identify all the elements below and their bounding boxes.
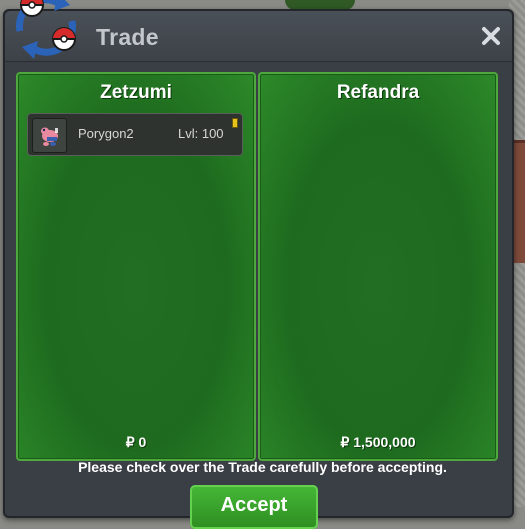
- item-name: Porygon2: [78, 126, 134, 141]
- offer-panel-right: Refandra ₽ 1,500,000: [258, 72, 498, 461]
- money-offer-left: ₽ 0: [125, 434, 147, 450]
- accept-button[interactable]: Accept: [190, 485, 318, 529]
- held-item-badge-icon: [232, 118, 238, 128]
- window-title: Trade: [96, 24, 159, 50]
- offer-panel-left: Zetzumi Porygon2 Lvl: 100 ₽ 0: [16, 72, 256, 461]
- trainer-name-right: Refandra: [336, 82, 420, 103]
- close-icon[interactable]: [480, 25, 502, 47]
- trade-warning-text: Please check over the Trade carefully be…: [78, 459, 447, 475]
- item-level: Lvl: 100: [178, 126, 224, 141]
- trade-window: Trade Zetzumi Porygon2 Lvl: 100 ₽ 0 Refa…: [3, 9, 514, 518]
- trainer-name-left: Zetzumi: [100, 82, 172, 103]
- trade-item[interactable]: Porygon2 Lvl: 100: [27, 113, 243, 156]
- porygon2-icon: [32, 118, 67, 153]
- trade-swap-pokeball-icon: [15, 0, 77, 59]
- money-offer-right: ₽ 1,500,000: [340, 434, 416, 450]
